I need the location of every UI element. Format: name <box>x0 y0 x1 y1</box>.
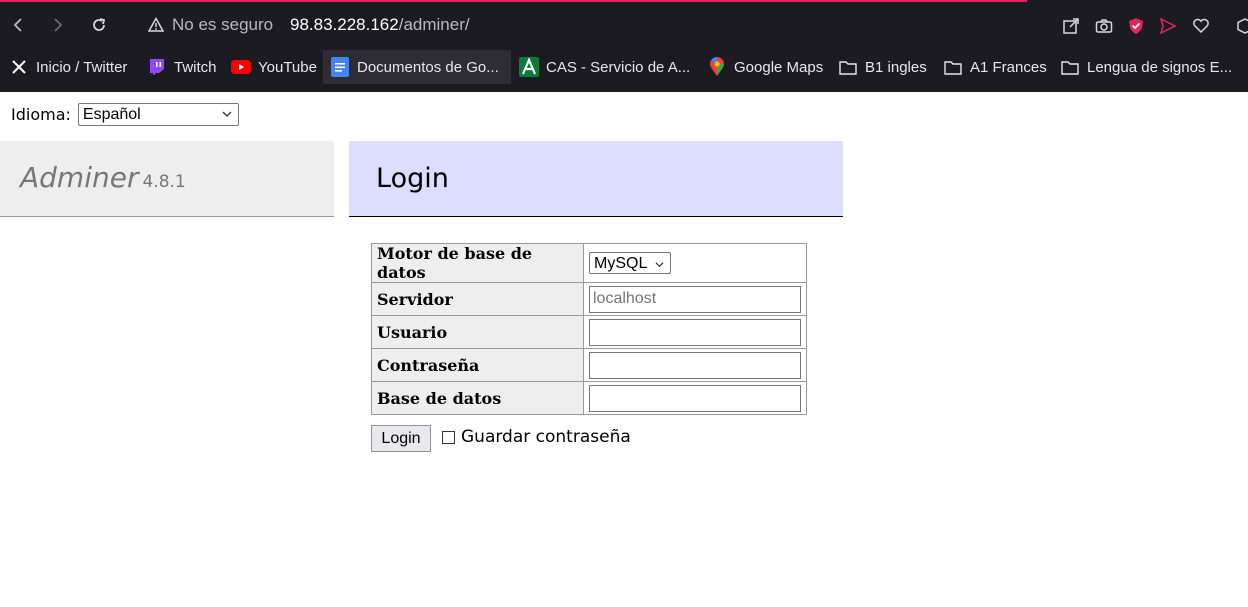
language-selector: Idioma: Español <box>11 103 239 126</box>
youtube-icon <box>231 57 251 77</box>
bookmark-youtube[interactable]: YouTube <box>226 50 322 84</box>
app-version: 4.8.1 <box>142 172 186 192</box>
map-pin-icon <box>707 57 727 77</box>
form-row-server: Servidor <box>371 282 807 316</box>
form-row-user: Usuario <box>371 315 807 349</box>
server-cell <box>583 282 807 316</box>
warning-triangle-icon[interactable] <box>148 17 164 33</box>
bookmark-google-maps[interactable]: Google Maps <box>702 50 828 84</box>
bookmark-label: B1 ingles <box>865 58 927 76</box>
database-input[interactable] <box>589 384 801 412</box>
bookmark-label: Lengua de signos E... <box>1087 58 1233 76</box>
bookmark-folder-a1[interactable]: A1 Frances <box>938 50 1052 84</box>
remember-label: Guardar contraseña <box>461 427 631 447</box>
bookmark-twitter[interactable]: Inicio / Twitter <box>4 50 132 84</box>
url-path: /adminer/ <box>398 15 470 34</box>
back-button[interactable] <box>3 10 33 40</box>
form-row-password: Contraseña <box>371 348 807 382</box>
reload-button[interactable] <box>84 10 114 40</box>
folder-icon <box>943 57 963 77</box>
security-status-label[interactable]: No es seguro <box>172 15 273 35</box>
login-form-table: Motor de base de datos MySQL Servidor Us… <box>371 243 807 415</box>
bookmark-label: Documentos de Go... <box>357 58 499 76</box>
bookmark-folder-lengua[interactable]: Lengua de signos E... <box>1055 50 1237 84</box>
engine-select-wrapper: MySQL <box>589 252 671 274</box>
server-input[interactable] <box>589 285 801 313</box>
send-icon[interactable] <box>1159 17 1177 35</box>
language-label: Idioma: <box>11 105 71 124</box>
bookmark-folder-b1[interactable]: B1 ingles <box>833 50 932 84</box>
navigation-bar: No es seguro 98.83.228.162/adminer/ <box>0 2 1248 48</box>
bookmark-cas[interactable]: CAS - Servicio de A... <box>514 50 695 84</box>
form-row-database: Base de datos <box>371 381 807 415</box>
x-logo-icon <box>9 57 29 77</box>
heart-icon[interactable] <box>1192 17 1210 35</box>
folder-icon <box>1060 57 1080 77</box>
login-button[interactable]: Login <box>371 425 431 452</box>
bookmark-label: CAS - Servicio de A... <box>546 58 691 76</box>
page-title: Login <box>376 163 449 194</box>
content-header: Login <box>349 141 843 217</box>
camera-icon[interactable] <box>1095 17 1113 35</box>
twitch-icon <box>147 57 167 77</box>
remember-checkbox[interactable] <box>442 430 455 444</box>
bookmark-label: Google Maps <box>734 58 824 76</box>
bookmark-label: YouTube <box>258 58 317 76</box>
bookmark-label: Inicio / Twitter <box>36 58 128 76</box>
folder-icon <box>838 57 858 77</box>
server-label: Servidor <box>371 282 584 316</box>
engine-label: Motor de base de datos <box>371 243 584 283</box>
bookmarks-bar: Inicio / Twitter Twitch YouTube Document… <box>0 48 1248 88</box>
password-input[interactable] <box>589 351 801 379</box>
cas-icon <box>519 57 539 77</box>
engine-select[interactable]: MySQL <box>589 252 671 274</box>
user-label: Usuario <box>371 315 584 349</box>
browser-chrome: No es seguro 98.83.228.162/adminer/ Inic… <box>0 0 1248 92</box>
app-name[interactable]: Adminer <box>20 161 138 194</box>
database-label: Base de datos <box>371 381 584 415</box>
forward-button[interactable] <box>43 10 73 40</box>
bookmark-google-docs[interactable]: Documentos de Go... <box>323 50 511 84</box>
remember-password[interactable]: Guardar contraseña <box>442 427 631 447</box>
google-docs-icon <box>330 57 350 77</box>
url-host: 98.83.228.162 <box>290 15 399 34</box>
database-cell <box>583 381 807 415</box>
password-label: Contraseña <box>371 348 584 382</box>
bookmark-twitch[interactable]: Twitch <box>142 50 222 84</box>
bookmark-label: A1 Frances <box>970 58 1047 76</box>
forward-arrow-icon <box>54 18 63 32</box>
bookmark-label: Twitch <box>174 58 217 76</box>
username-input[interactable] <box>589 318 801 346</box>
shield-icon[interactable] <box>1127 17 1145 35</box>
share-icon[interactable] <box>1062 17 1080 35</box>
engine-cell: MySQL <box>583 243 807 283</box>
back-arrow-icon <box>13 18 22 32</box>
app-title[interactable]: Adminer 4.8.1 <box>20 161 186 194</box>
password-cell <box>583 348 807 382</box>
form-row-engine: Motor de base de datos MySQL <box>371 243 807 283</box>
sidebar-header: Adminer 4.8.1 <box>0 141 334 217</box>
language-select[interactable]: Español <box>77 103 239 126</box>
url-bar[interactable]: 98.83.228.162/adminer/ <box>290 15 470 35</box>
language-select-wrapper: Español <box>71 103 239 126</box>
reload-icon <box>93 18 106 31</box>
user-cell <box>583 315 807 349</box>
extension-cube-icon[interactable] <box>1236 17 1248 35</box>
